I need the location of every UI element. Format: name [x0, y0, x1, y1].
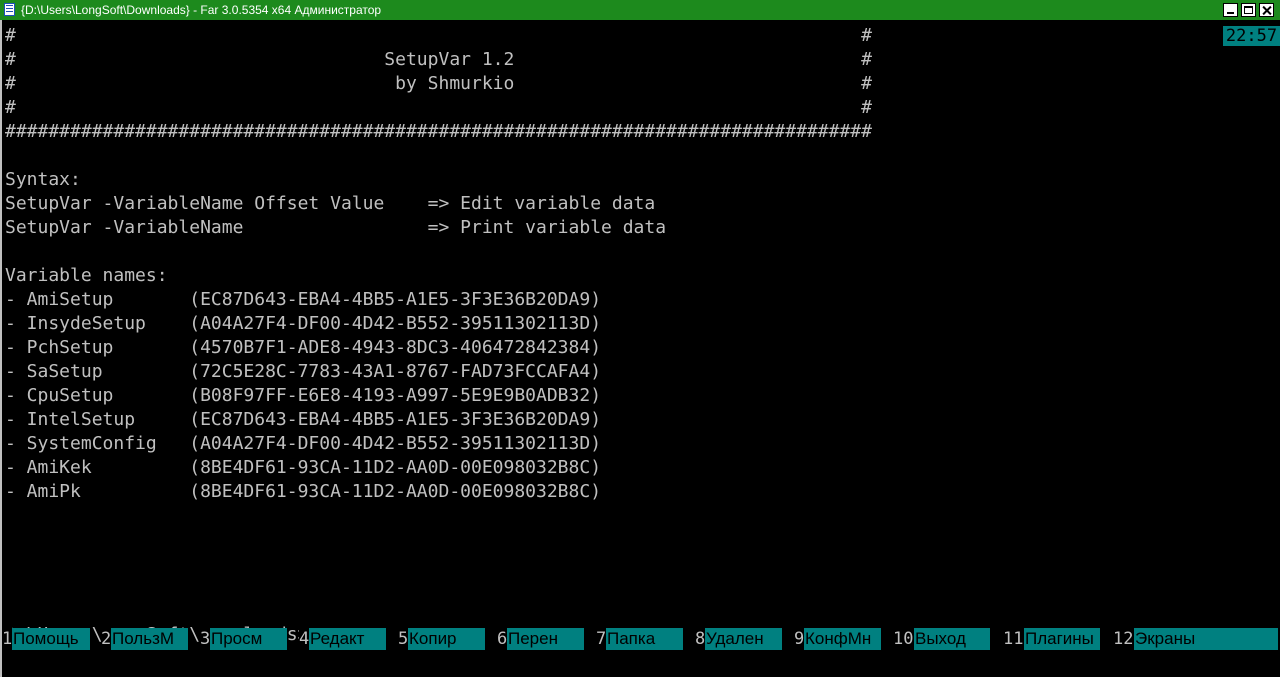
console-line: - CpuSetup (B08F97FF-E6E8-4193-A997-5E9E… [5, 385, 602, 406]
fkey-number: 4 [299, 627, 310, 651]
console-line: - PchSetup (4570B7F1-ADE8-4943-8DC3-4064… [5, 337, 602, 358]
fkey-label: КонфМн [804, 628, 881, 650]
fkey-number: 9 [794, 627, 805, 651]
console-line: - AmiKek (8BE4DF61-93CA-11D2-AA0D-00E098… [5, 457, 602, 478]
fkey-number: 2 [101, 627, 112, 651]
fkey-number: 6 [497, 627, 508, 651]
clock: 22:57 [1223, 26, 1280, 46]
console-line: - AmiPk (8BE4DF61-93CA-11D2-AA0D-00E0980… [5, 481, 602, 502]
console-line: - InsydeSetup (A04A27F4-DF00-4D42-B552-3… [5, 313, 602, 334]
far-app-icon[interactable] [4, 3, 15, 16]
fkey-label: Редакт [309, 628, 386, 650]
console-line: SetupVar -VariableName => Print variable… [5, 217, 667, 238]
console-output[interactable]: # # # SetupVar 1.2 # # by Shmurkio # # #… [0, 20, 1280, 677]
title-bar[interactable]: {D:\Users\LongSoft\Downloads} - Far 3.0.… [0, 0, 1280, 20]
console-line: - IntelSetup (EC87D643-EBA4-4BB5-A1E5-3F… [5, 409, 602, 430]
console-line: - SystemConfig (A04A27F4-DF00-4D42-B552-… [5, 433, 602, 454]
fkey-number: 3 [200, 627, 211, 651]
close-button[interactable] [1259, 3, 1274, 17]
console-line: SetupVar -VariableName Offset Value => E… [5, 193, 656, 214]
console-line: Syntax: [5, 169, 81, 190]
console-line: - AmiSetup (EC87D643-EBA4-4BB5-A1E5-3F3E… [5, 289, 602, 310]
console-line: ########################################… [5, 121, 872, 142]
fkey-number: 11 [1003, 627, 1024, 651]
console-line: # by Shmurkio # [5, 73, 872, 94]
console-line: Variable names: [5, 265, 168, 286]
fkey-label: Экраны [1134, 628, 1278, 650]
fkey-number: 8 [695, 627, 706, 651]
fkey-number: 7 [596, 627, 607, 651]
fkey-label: Плагины [1024, 628, 1100, 650]
fkey-number: 1 [2, 627, 13, 651]
fkey-number: 10 [893, 627, 914, 651]
fkey-label: Помощь [12, 628, 90, 650]
minimize-button[interactable] [1223, 3, 1238, 17]
fkey-number: 12 [1113, 627, 1134, 651]
console-line: # SetupVar 1.2 # [5, 49, 872, 70]
far-manager-window: {D:\Users\LongSoft\Downloads} - Far 3.0.… [0, 0, 1280, 677]
fkey-label: Выход [914, 628, 990, 650]
fkey-label: ПользМ [111, 628, 188, 650]
fkey-label: Просм [210, 628, 287, 650]
fkey-number: 5 [398, 627, 409, 651]
fkey-label: Перен [507, 628, 584, 650]
window-title: {D:\Users\LongSoft\Downloads} - Far 3.0.… [21, 3, 382, 17]
fkey-label: Папка [606, 628, 683, 650]
fkey-label: Копир [408, 628, 485, 650]
console-line: # # [5, 25, 872, 46]
function-key-bar: 1 Помощь 2 ПользМ 3 Просм 4 Редакт 5 Коп… [0, 627, 1278, 651]
console-line: - SaSetup (72C5E28C-7783-43A1-8767-FAD73… [5, 361, 602, 382]
console-line: # # [5, 97, 872, 118]
fkey-label: Удален [705, 628, 782, 650]
maximize-button[interactable] [1241, 3, 1256, 17]
